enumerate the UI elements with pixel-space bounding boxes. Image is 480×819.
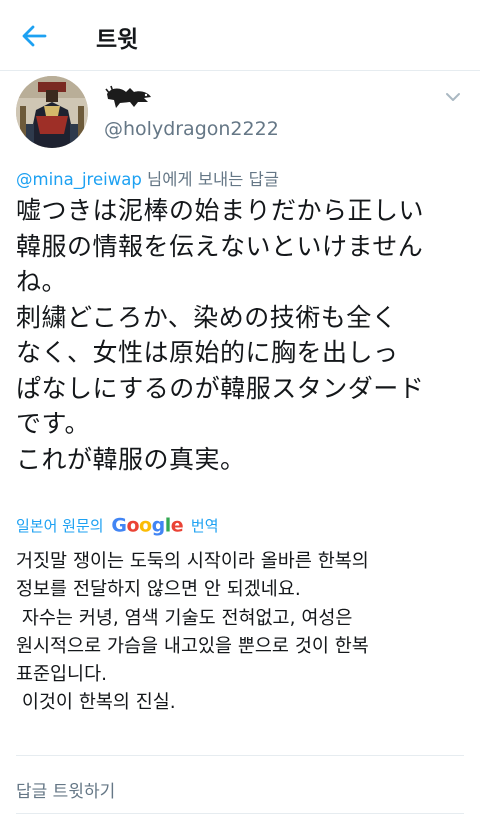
tweet-line: これが韓服の真実。 (16, 444, 246, 474)
dragon-emoji-icon (105, 85, 151, 108)
reply-tweet-button[interactable]: 답글 트윗하기 (16, 777, 115, 802)
reply-mention-link[interactable]: @mina_jreiwap (16, 170, 142, 189)
avatar[interactable] (16, 76, 88, 148)
back-button[interactable] (18, 20, 50, 52)
google-logo: Google (111, 514, 184, 537)
chevron-down-icon (446, 93, 460, 101)
translation-line: 정보를 전달하지 않으면 안 되겠네요. (16, 579, 301, 601)
arrow-left-icon (22, 25, 47, 47)
translation-line: 원시적으로 가슴을 내고있을 뿐으로 것이 한복 (16, 635, 369, 657)
top-bar: 트윗 (0, 0, 480, 71)
translation-line: 거짓말 쟁이는 도둑의 시작이라 올바른 한복의 (16, 551, 369, 572)
tweet-line: です。 (16, 409, 91, 438)
page-title: 트윗 (96, 27, 139, 53)
reply-context-label: 님에게 보내는 답글 (141, 170, 279, 189)
display-name-emoji[interactable] (104, 80, 154, 114)
translation-line: 이것이 한복의 진실. (16, 692, 176, 714)
tweet-line: 嘘つきは泥棒の始まりだから正しい (16, 196, 425, 225)
translate-attribution-link[interactable]: 일본어 원문의 Google 번역 (16, 514, 219, 538)
translation-line: 자수는 커녕, 염색 기술도 전혀없고, 여성은 (16, 607, 353, 629)
translate-suffix: 번역 (190, 516, 219, 535)
translation-line: 표준입니다. (16, 664, 107, 686)
more-options-button[interactable] (442, 86, 464, 108)
tweet-text: 嘘つきは泥棒の始まりだから正しい 韓服の情報を伝えないといけません ね。 刺繍ど… (16, 193, 468, 477)
tweet-line: ぱなしにするのが韓服スタンダード (16, 373, 425, 403)
reply-context: @mina_jreiwap 님에게 보내는 답글 (16, 166, 279, 190)
avatar-image (16, 76, 88, 148)
translated-text: 거짓말 쟁이는 도둑의 시작이라 올바른 한복의 정보를 전달하지 않으면 안 … (16, 548, 468, 718)
tweet-line: ね。 (16, 267, 68, 296)
tweet-line: なく、女性は原始的に胸を出しっ (16, 338, 399, 367)
translate-prefix: 일본어 원문의 (16, 516, 104, 535)
tweet-line: 刺繍どころか、染めの技術も全く (16, 302, 398, 332)
tweet-author: @holydragon2222 (16, 76, 464, 148)
tweet-line: 韓服の情報を伝えないといけません (16, 231, 424, 261)
divider (16, 755, 464, 756)
user-handle[interactable]: @holydragon2222 (104, 118, 279, 140)
divider (16, 813, 464, 814)
